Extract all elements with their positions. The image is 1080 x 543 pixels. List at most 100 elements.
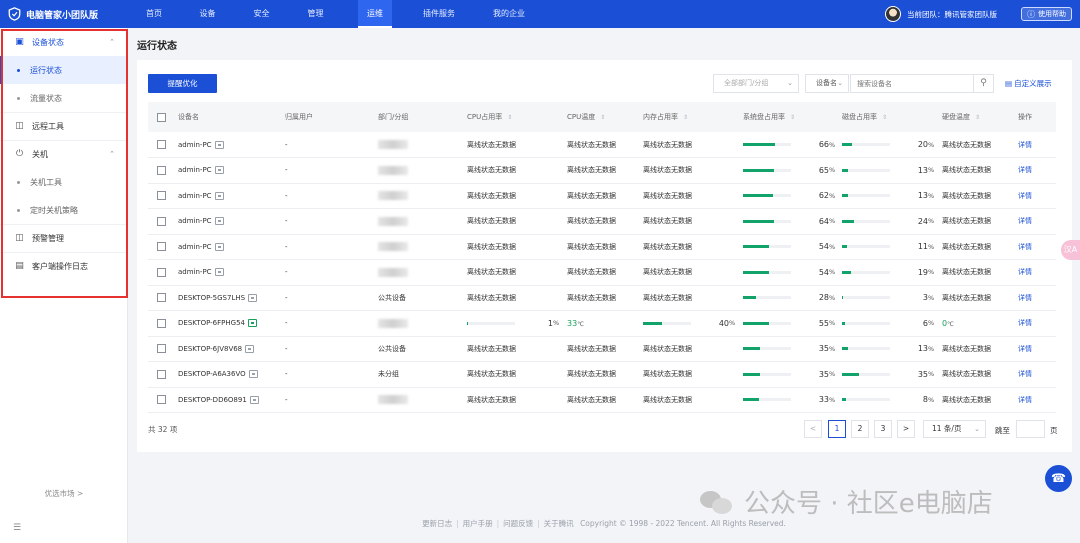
detail-link[interactable]: 详情 bbox=[1018, 396, 1032, 404]
col-disk-usage[interactable]: 磁盘占用率 ⇕ bbox=[842, 102, 942, 132]
select-all-checkbox[interactable] bbox=[157, 112, 166, 122]
help-button[interactable]: ⓘ 使用帮助 bbox=[1021, 7, 1072, 21]
blurred-department bbox=[378, 140, 408, 149]
detail-link[interactable]: 详情 bbox=[1018, 217, 1032, 225]
table-row: admin-PC - 离线状态无数据 离线状态无数据 离线状态无数据 64% 2… bbox=[148, 208, 1056, 235]
sidebar-group-label: 客户端操作日志 bbox=[32, 261, 88, 271]
device-icon[interactable] bbox=[248, 293, 258, 302]
device-icon[interactable] bbox=[214, 268, 224, 277]
row-checkbox[interactable] bbox=[157, 395, 166, 405]
page-3-button[interactable]: 3 bbox=[874, 420, 892, 438]
sidebar-item-run-status[interactable]: 运行状态 bbox=[0, 56, 127, 84]
percent-unit: % bbox=[928, 344, 935, 353]
col-cpu-temp[interactable]: CPU温度 ⇕ bbox=[567, 102, 643, 132]
row-checkbox[interactable] bbox=[157, 318, 166, 328]
device-icon[interactable] bbox=[249, 395, 259, 404]
blurred-department bbox=[378, 242, 408, 252]
feedback-link[interactable]: 问题反馈 bbox=[503, 519, 533, 528]
user-manual-link[interactable]: 用户手册 bbox=[463, 519, 493, 528]
row-checkbox[interactable] bbox=[157, 216, 166, 226]
usage-bar-track bbox=[842, 398, 890, 402]
row-checkbox[interactable] bbox=[157, 267, 166, 277]
row-checkbox[interactable] bbox=[157, 344, 166, 354]
col-owner: 归属用户 bbox=[285, 102, 378, 132]
app-title: 电脑管家小团队版 bbox=[26, 10, 99, 21]
usage-bar-disk: 13% bbox=[842, 344, 934, 353]
changelog-link[interactable]: 更新日志 bbox=[422, 519, 452, 528]
col-memory-usage[interactable]: 内存占用率 ⇕ bbox=[643, 102, 743, 132]
row-checkbox[interactable] bbox=[157, 242, 166, 252]
device-icon[interactable] bbox=[247, 319, 257, 328]
sidebar-group-remote-tools[interactable]: ◫ 远程工具 bbox=[0, 112, 127, 140]
sidebar-group-client-log[interactable]: ▤ 客户端操作日志 bbox=[0, 252, 127, 280]
page-1-button[interactable]: 1 bbox=[828, 420, 846, 438]
sidebar-item-traffic-status[interactable]: 流量状态 bbox=[0, 84, 127, 112]
device-icon[interactable] bbox=[214, 217, 224, 226]
memory-usage-value: 离线状态无数据 bbox=[643, 242, 692, 251]
search-input[interactable] bbox=[851, 75, 969, 92]
detail-link[interactable]: 详情 bbox=[1018, 345, 1032, 353]
device-icon[interactable] bbox=[214, 140, 224, 149]
page-size-select[interactable]: 11 条/页 ⌄ bbox=[923, 420, 986, 438]
detail-link[interactable]: 详情 bbox=[1018, 370, 1032, 378]
nav-my-company[interactable]: 我的企业 bbox=[474, 0, 544, 28]
sidebar-item-scheduled-shutdown[interactable]: 定时关机策略 bbox=[0, 196, 127, 224]
detail-link[interactable]: 详情 bbox=[1018, 268, 1032, 276]
device-icon[interactable] bbox=[214, 242, 224, 251]
nav-plugins[interactable]: 插件服务 bbox=[404, 0, 474, 28]
remind-optimize-button[interactable]: 提醒优化 bbox=[148, 74, 217, 93]
detail-link[interactable]: 详情 bbox=[1018, 141, 1032, 149]
brand[interactable]: 电脑管家小团队版 bbox=[0, 0, 128, 28]
nav-ops[interactable]: 运维 bbox=[358, 0, 392, 28]
page-2-button[interactable]: 2 bbox=[851, 420, 869, 438]
detail-link[interactable]: 详情 bbox=[1018, 192, 1032, 200]
row-checkbox[interactable] bbox=[157, 293, 166, 303]
custom-display-link[interactable]: ▤ 自定义展示 bbox=[1005, 78, 1052, 89]
next-page-button[interactable]: > bbox=[897, 420, 915, 438]
col-device-name: 设备名 bbox=[168, 102, 285, 132]
hd-temp-value: 离线状态无数据 bbox=[942, 191, 991, 200]
avatar[interactable] bbox=[885, 6, 901, 22]
device-icon[interactable] bbox=[214, 166, 224, 175]
row-checkbox[interactable] bbox=[157, 369, 166, 379]
row-checkbox[interactable] bbox=[157, 165, 166, 175]
device-icon[interactable] bbox=[214, 191, 224, 200]
detail-link[interactable]: 详情 bbox=[1018, 166, 1032, 174]
prev-page-button[interactable]: < bbox=[804, 420, 822, 438]
help-circle-icon: ⓘ bbox=[1027, 9, 1035, 19]
usage-value: 11 bbox=[917, 242, 928, 252]
sidebar-group-alerts[interactable]: ◫ 预警管理 bbox=[0, 224, 127, 252]
blurred-department bbox=[378, 216, 408, 226]
detail-link[interactable]: 详情 bbox=[1018, 294, 1032, 302]
current-team-label[interactable]: 当前团队：腾讯管家团队版 bbox=[907, 9, 997, 20]
search-field-select[interactable]: 设备名 ⌄ bbox=[805, 74, 849, 93]
sidebar-item-shutdown-tools[interactable]: 关机工具 bbox=[0, 168, 127, 196]
device-icon[interactable] bbox=[245, 344, 255, 353]
col-system-disk-usage[interactable]: 系统盘占用率 ⇕ bbox=[743, 102, 842, 132]
preferred-market-link[interactable]: 优选市场 > bbox=[0, 488, 128, 499]
jump-page-input[interactable] bbox=[1016, 420, 1045, 438]
translate-float-tab[interactable]: 汉A bbox=[1061, 240, 1080, 260]
usage-bar-fill bbox=[842, 372, 859, 376]
device-icon[interactable] bbox=[248, 370, 258, 379]
col-hd-temp[interactable]: 硬盘温度 ⇕ bbox=[942, 102, 1018, 132]
nav-home[interactable]: 首页 bbox=[128, 0, 180, 28]
detail-link[interactable]: 详情 bbox=[1018, 319, 1032, 327]
col-cpu-usage[interactable]: CPU占用率 ⇕ bbox=[467, 102, 567, 132]
nav-management[interactable]: 管理 bbox=[288, 0, 343, 28]
usage-value: 64 bbox=[818, 216, 829, 226]
about-tencent-link[interactable]: 关于腾讯 bbox=[544, 519, 574, 528]
search-icon[interactable]: ⚲ bbox=[973, 75, 993, 92]
nav-devices[interactable]: 设备 bbox=[180, 0, 235, 28]
headset-icon[interactable]: ☎ bbox=[1045, 465, 1072, 492]
detail-link[interactable]: 详情 bbox=[1018, 243, 1032, 251]
sidebar-group-shutdown[interactable]: ⏻ 关机 ⌃ bbox=[0, 140, 127, 168]
row-checkbox[interactable] bbox=[157, 191, 166, 201]
usage-bar-track bbox=[842, 372, 890, 376]
row-checkbox[interactable] bbox=[157, 140, 166, 149]
department-select[interactable]: 全部部门/分组 ⌄ bbox=[713, 74, 799, 93]
percent-unit: % bbox=[829, 166, 836, 175]
nav-security[interactable]: 安全 bbox=[235, 0, 288, 28]
sidebar-group-device-status[interactable]: ▣ 设备状态 ⌃ bbox=[0, 28, 127, 56]
blurred-department bbox=[378, 395, 408, 405]
